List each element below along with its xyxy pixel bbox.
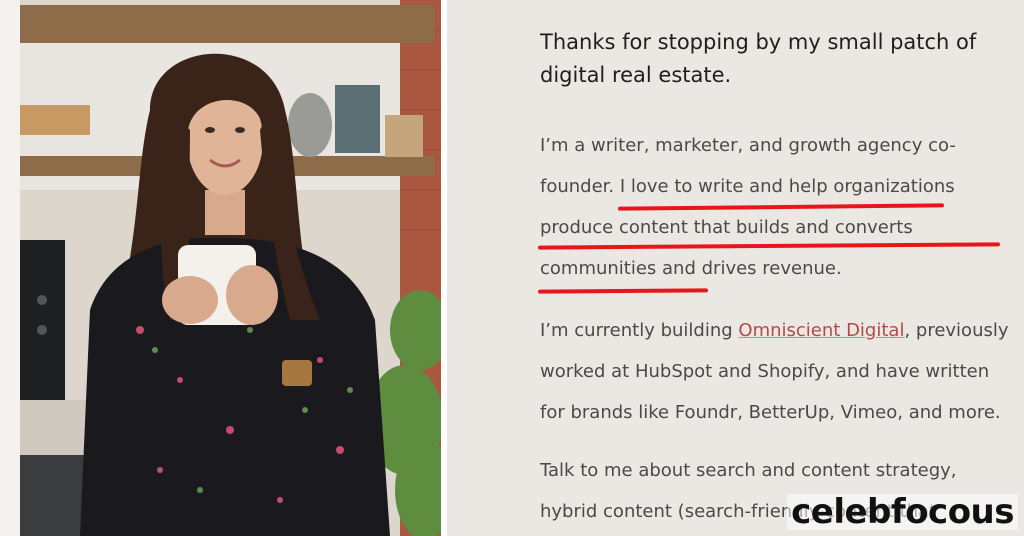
page-margin-strip — [0, 0, 20, 536]
work-text-before: I’m currently building — [540, 320, 739, 341]
about-text-column: Thanks for stopping by my small patch of… — [537, 0, 1010, 536]
portrait-photo — [20, 0, 441, 536]
highlight-underline-3 — [537, 288, 709, 294]
work-paragraph: I’m currently building Omniscient Digita… — [540, 310, 1010, 433]
site-watermark: celebfocous — [787, 494, 1018, 530]
photo-divider — [441, 0, 447, 536]
omniscient-digital-link[interactable]: Omniscient Digital — [738, 320, 904, 341]
intro-heading: Thanks for stopping by my small patch of… — [540, 30, 977, 87]
